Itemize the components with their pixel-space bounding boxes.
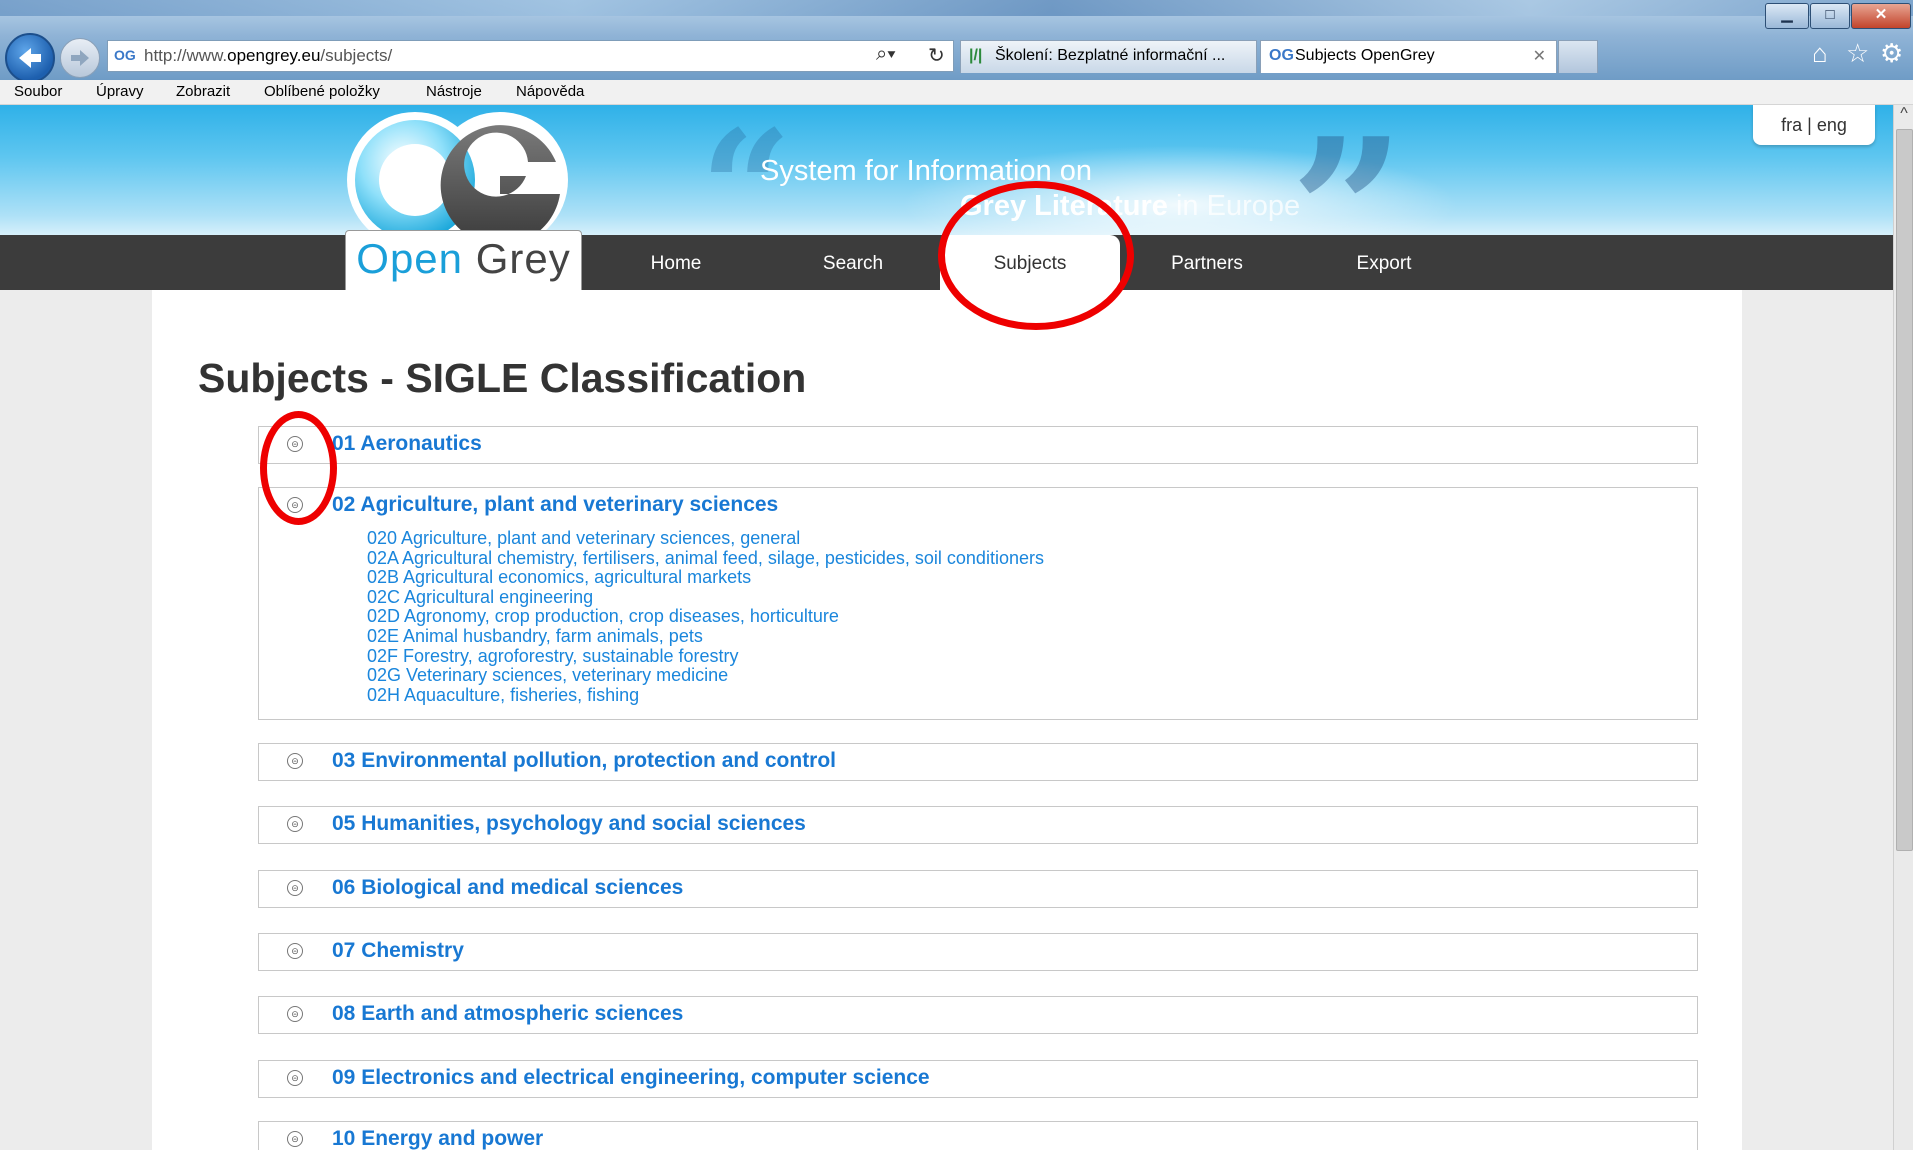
- main-navigation: Home Search Subjects Partners Export: [0, 235, 1893, 290]
- nav-partners[interactable]: Partners: [1127, 253, 1287, 275]
- subject-title[interactable]: 10 Energy and power: [332, 1127, 543, 1150]
- tagline-line-1: System for Information on: [760, 155, 1093, 187]
- vertical-scrollbar[interactable]: ^: [1893, 105, 1913, 1150]
- subject-item-10[interactable]: ⊝ 10 Energy and power: [258, 1121, 1698, 1150]
- nav-search[interactable]: Search: [773, 253, 933, 275]
- subject-item-08[interactable]: ⊝ 08 Earth and atmospheric sciences: [258, 996, 1698, 1034]
- address-url[interactable]: http://www.opengrey.eu/subjects/: [144, 46, 392, 66]
- close-quote-decoration: ”: [1290, 105, 1406, 235]
- subject-item-05[interactable]: ⊝ 05 Humanities, psychology and social s…: [258, 806, 1698, 844]
- maximize-button[interactable]: □: [1810, 3, 1850, 29]
- back-arrow-icon: [19, 48, 41, 68]
- logo-wordmark[interactable]: Open Grey: [345, 230, 582, 294]
- subcategory-link[interactable]: 020 Agriculture, plant and veterinary sc…: [367, 528, 1044, 549]
- menu-file[interactable]: Soubor: [14, 83, 62, 100]
- subject-title[interactable]: 08 Earth and atmospheric sciences: [332, 1002, 683, 1026]
- subcategory-link[interactable]: 02B Agricultural economics, agricultural…: [367, 568, 1044, 588]
- expand-toggle-icon[interactable]: ⊝: [287, 880, 303, 896]
- subject-title[interactable]: 07 Chemistry: [332, 939, 464, 963]
- browser-tab-opengrey[interactable]: OG Subjects OpenGrey ✕: [1260, 40, 1557, 73]
- page-viewport: “ ” System for Information on Grey Liter…: [0, 105, 1893, 1150]
- search-dropdown-icon[interactable]: ⌕▾: [876, 43, 896, 66]
- nav-subjects[interactable]: Subjects: [950, 253, 1110, 275]
- menu-tools[interactable]: Nástroje: [426, 83, 482, 100]
- tab-favicon-icon: OG: [1269, 47, 1294, 64]
- subject-title[interactable]: 06 Biological and medical sciences: [332, 876, 683, 900]
- forward-button[interactable]: [60, 38, 100, 78]
- content-panel: Subjects - SIGLE Classification ⊝ 01 Aer…: [152, 290, 1742, 1150]
- subcategory-link[interactable]: 02F Forestry, agroforestry, sustainable …: [367, 646, 1044, 667]
- scroll-thumb[interactable]: [1896, 129, 1913, 851]
- tagline-line-2: Grey Literature in Europe: [960, 190, 1301, 222]
- titlebar-decoration: [0, 0, 1913, 16]
- close-window-button[interactable]: ✕: [1851, 3, 1911, 29]
- expand-toggle-icon[interactable]: ⊝: [287, 1070, 303, 1086]
- scroll-up-arrow-icon[interactable]: ^: [1894, 105, 1913, 125]
- language-switch-label[interactable]: fra | eng: [1753, 115, 1875, 136]
- new-tab-button[interactable]: [1558, 40, 1598, 73]
- address-bar[interactable]: OG http://www.opengrey.eu/subjects/ ⌕▾ ↻: [107, 40, 954, 72]
- subcategory-list: 020 Agriculture, plant and veterinary sc…: [367, 528, 1044, 706]
- menu-favorites[interactable]: Oblíbené položky: [264, 83, 380, 100]
- subject-item-09[interactable]: ⊝ 09 Electronics and electrical engineer…: [258, 1060, 1698, 1098]
- subcategory-link[interactable]: 02E Animal husbandry, farm animals, pets: [367, 626, 1044, 647]
- site-banner: “ ” System for Information on Grey Liter…: [0, 105, 1893, 235]
- settings-gear-icon[interactable]: ⚙: [1880, 38, 1903, 69]
- subject-title[interactable]: 09 Electronics and electrical engineerin…: [332, 1066, 930, 1090]
- subcategory-link[interactable]: 02G Veterinary sciences, veterinary medi…: [367, 666, 1044, 686]
- expand-toggle-icon[interactable]: ⊝: [287, 816, 303, 832]
- forward-arrow-icon: [71, 50, 89, 66]
- menu-edit[interactable]: Úpravy: [96, 83, 144, 100]
- nav-home[interactable]: Home: [596, 253, 756, 275]
- subject-item-03[interactable]: ⊝ 03 Environmental pollution, protection…: [258, 743, 1698, 781]
- subject-item-02[interactable]: ⊝ 02 Agriculture, plant and veterinary s…: [258, 487, 1698, 720]
- browser-tab-skoleni[interactable]: |/| Školení: Bezplatné informační ...: [960, 40, 1257, 73]
- menu-view[interactable]: Zobrazit: [176, 83, 230, 100]
- browser-titlebar: ▁ □ ✕ OG http://www.opengrey.eu/subjects…: [0, 0, 1913, 83]
- expand-toggle-icon[interactable]: ⊝: [287, 1006, 303, 1022]
- subcategory-link[interactable]: 02C Agricultural engineering: [367, 587, 1044, 608]
- subject-item-06[interactable]: ⊝ 06 Biological and medical sciences: [258, 870, 1698, 908]
- minimize-button[interactable]: ▁: [1765, 3, 1809, 29]
- menu-bar: Soubor Úpravy Zobrazit Oblíbené položky …: [0, 80, 1913, 105]
- subject-item-01[interactable]: ⊝ 01 Aeronautics: [258, 426, 1698, 464]
- tab-favicon-icon: |/|: [969, 47, 983, 64]
- back-button[interactable]: [5, 33, 55, 83]
- subcategory-link[interactable]: 02D Agronomy, crop production, crop dise…: [367, 607, 1044, 627]
- subject-title[interactable]: 05 Humanities, psychology and social sci…: [332, 812, 806, 836]
- subject-title[interactable]: 02 Agriculture, plant and veterinary sci…: [332, 493, 778, 517]
- subject-title[interactable]: 03 Environmental pollution, protection a…: [332, 749, 836, 773]
- expand-toggle-icon[interactable]: ⊝: [287, 943, 303, 959]
- subcategory-link[interactable]: 02A Agricultural chemistry, fertilisers,…: [367, 548, 1044, 569]
- language-switch[interactable]: fra | eng: [1753, 105, 1875, 145]
- refresh-icon[interactable]: ↻: [928, 43, 945, 68]
- favorites-star-icon[interactable]: ☆: [1846, 38, 1869, 69]
- home-icon[interactable]: ⌂: [1812, 38, 1828, 69]
- subcategory-link[interactable]: 02H Aquaculture, fisheries, fishing: [367, 685, 1044, 706]
- subject-item-07[interactable]: ⊝ 07 Chemistry: [258, 933, 1698, 971]
- site-favicon-icon: OG: [114, 47, 136, 63]
- tab-label: Subjects OpenGrey: [1295, 47, 1435, 64]
- nav-export[interactable]: Export: [1304, 253, 1464, 275]
- close-tab-icon[interactable]: ✕: [1533, 46, 1546, 66]
- collapse-toggle-icon[interactable]: ⊝: [287, 497, 303, 513]
- subject-title[interactable]: 01 Aeronautics: [332, 432, 482, 456]
- expand-toggle-icon[interactable]: ⊝: [287, 1131, 303, 1147]
- menu-help[interactable]: Nápověda: [516, 83, 584, 100]
- expand-toggle-icon[interactable]: ⊝: [287, 436, 303, 452]
- tab-label: Školení: Bezplatné informační ...: [995, 47, 1226, 64]
- expand-toggle-icon[interactable]: ⊝: [287, 753, 303, 769]
- page-title: Subjects - SIGLE Classification: [198, 355, 807, 401]
